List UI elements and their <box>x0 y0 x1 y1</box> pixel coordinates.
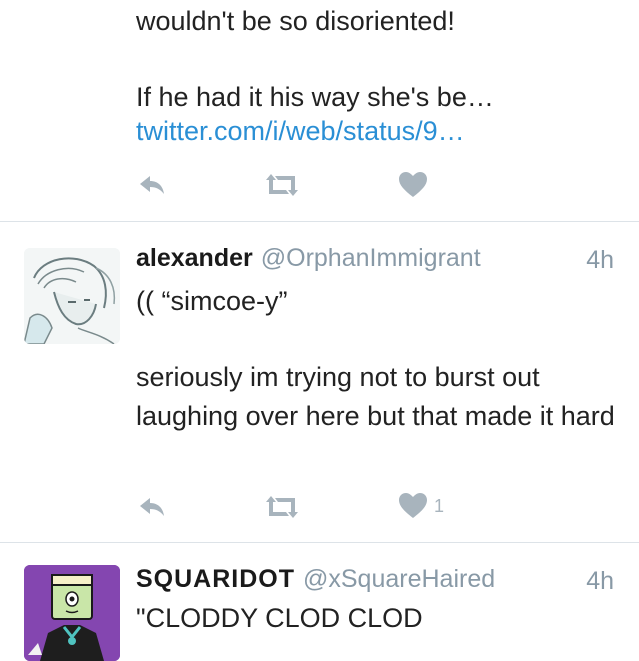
like-button[interactable]: 1 <box>398 492 444 520</box>
avatar[interactable] <box>24 248 120 344</box>
timestamp: 4h <box>586 567 614 595</box>
tweet-text: seriously im trying not to burst out lau… <box>136 362 615 431</box>
retweet-button[interactable] <box>262 172 302 198</box>
like-button[interactable] <box>398 171 428 199</box>
retweet-icon <box>266 496 298 518</box>
tweet-squaridot[interactable]: SQUARIDOT @xSquareHaired 4h "CLODDY CLOD… <box>0 543 639 661</box>
heart-icon <box>399 493 427 518</box>
display-name[interactable]: SQUARIDOT <box>136 565 295 594</box>
tweet-text-line: If he had it his way she's be… <box>136 82 494 112</box>
timestamp: 4h <box>586 246 614 274</box>
avatar-sketch-image <box>24 248 120 344</box>
avatar-character-image <box>24 565 120 661</box>
user-handle[interactable]: @OrphanImmigrant <box>261 244 481 273</box>
tweet-link[interactable]: twitter.com/i/web/status/9… <box>136 116 465 147</box>
user-handle[interactable]: @xSquareHaired <box>303 565 495 594</box>
heart-icon <box>399 172 427 197</box>
tweet-alexander[interactable]: alexander @OrphanImmigrant 4h (( “simcoe… <box>0 222 639 540</box>
reply-button[interactable] <box>138 494 166 518</box>
retweet-button[interactable] <box>262 494 302 520</box>
tweet-header: SQUARIDOT @xSquareHaired <box>136 565 495 594</box>
like-count: 1 <box>434 495 445 516</box>
tweet-header: alexander @OrphanImmigrant <box>136 244 481 273</box>
display-name[interactable]: alexander <box>136 244 253 273</box>
tweet-previous[interactable]: wouldn't be so disoriented! If he had it… <box>0 0 639 220</box>
tweet-text-line: "CLODDY CLOD CLOD <box>136 603 423 633</box>
reply-icon <box>140 498 164 516</box>
retweet-icon <box>266 174 298 196</box>
avatar[interactable] <box>24 565 120 661</box>
tweet-text-line: wouldn't be so disoriented! <box>136 6 455 36</box>
reply-button[interactable] <box>138 172 166 196</box>
tweet-text-line: (( “simcoe-y” <box>136 286 288 316</box>
reply-icon <box>140 176 164 194</box>
